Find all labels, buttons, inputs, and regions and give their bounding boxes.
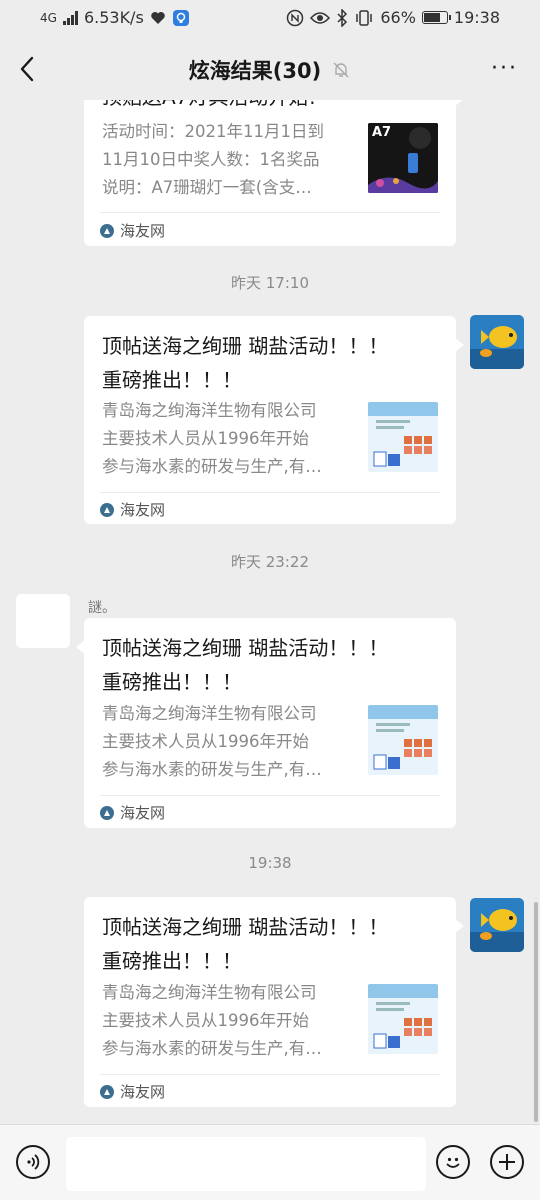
bell-off-icon xyxy=(333,62,349,78)
card-thumbnail xyxy=(368,705,438,775)
site-logo-icon xyxy=(100,223,114,238)
message-card[interactable]: 顶帖送海之绚珊 瑚盐活动！！！ 重磅推出！！！ 青岛海之绚海洋生物有限公司 主要… xyxy=(84,316,464,524)
voice-button[interactable] xyxy=(16,1145,50,1179)
more-button[interactable]: ··· xyxy=(491,56,518,81)
network-type: 4G xyxy=(40,10,57,25)
card-title: 顶帖送海之绚珊 瑚盐活动！！！ 重磅推出！！！ xyxy=(102,636,389,694)
card-divider xyxy=(100,1074,440,1075)
card-description: 活动时间：2021年11月1日到 11月10日中奖人数：1名奖品 说明：A7珊瑚… xyxy=(102,122,324,197)
card-source: 海友网 xyxy=(100,802,165,823)
card-thumbnail xyxy=(368,984,438,1054)
site-logo-icon xyxy=(100,1084,114,1099)
card-divider xyxy=(100,492,440,493)
message-card[interactable]: 顶帖送海之绚珊 瑚盐活动！！！ 重磅推出！！！ 青岛海之绚海洋生物有限公司 主要… xyxy=(84,897,464,1107)
card-title: 顶帖送海之绚珊 瑚盐活动！！！ 重磅推出！！！ xyxy=(102,915,389,973)
message-input[interactable] xyxy=(66,1137,426,1191)
message-card[interactable]: 顶贴送A7灯具活动开始! 活动时间：2021年11月1日到 11月10日中奖人数… xyxy=(84,100,464,246)
bluetooth-icon xyxy=(337,8,348,27)
card-divider xyxy=(100,212,440,213)
card-source: 海友网 xyxy=(100,220,165,241)
card-thumbnail xyxy=(368,402,438,472)
clock: 19:38 xyxy=(453,8,500,27)
card-source: 海友网 xyxy=(100,499,165,520)
message-card[interactable]: 顶帖送海之绚珊 瑚盐活动！！！ 重磅推出！！！ 青岛海之绚海洋生物有限公司 主要… xyxy=(76,618,456,828)
emoji-icon xyxy=(446,1157,460,1168)
chat-title-area: 炫海结果(30) xyxy=(0,55,540,85)
chat-header: 炫海结果(30) ··· xyxy=(0,38,540,100)
vibrate-icon xyxy=(356,9,373,26)
signal-icon xyxy=(62,10,78,25)
thumb-label: A7 xyxy=(372,125,392,140)
scrollbar[interactable] xyxy=(534,902,538,1122)
battery-icon xyxy=(421,11,451,24)
card-description: 青岛海之绚海洋生物有限公司 主要技术人员从1996年开始 参与海水素的研发与生产… xyxy=(102,704,322,779)
card-thumbnail: A7 xyxy=(368,123,438,193)
avatar[interactable] xyxy=(470,315,524,369)
avatar[interactable] xyxy=(470,898,524,952)
card-title: 顶帖送海之绚珊 瑚盐活动！！！ 重磅推出！！！ xyxy=(102,334,389,392)
timestamp: 昨天 17:10 xyxy=(231,274,309,292)
bulb-app-icon xyxy=(172,9,189,26)
eye-icon xyxy=(310,11,331,24)
nfc-icon xyxy=(287,9,304,26)
avatar[interactable] xyxy=(16,594,70,648)
plus-icon xyxy=(499,1154,515,1170)
add-button[interactable] xyxy=(490,1145,524,1179)
emoji-button[interactable] xyxy=(436,1145,470,1179)
site-logo-icon xyxy=(100,805,114,820)
status-bar: 4G 6.53K/s 66% 19:38 xyxy=(0,0,540,38)
card-source: 海友网 xyxy=(100,1081,165,1102)
voice-icon xyxy=(27,1154,40,1170)
card-description: 青岛海之绚海洋生物有限公司 主要技术人员从1996年开始 参与海水素的研发与生产… xyxy=(102,983,322,1058)
network-speed: 6.53K/s xyxy=(83,8,144,27)
timestamp: 19:38 xyxy=(248,854,292,872)
chat-messages: 顶贴送A7灯具活动开始! 活动时间：2021年11月1日到 11月10日中奖人数… xyxy=(0,100,540,1124)
site-logo-icon xyxy=(100,502,114,517)
timestamp: 昨天 23:22 xyxy=(231,553,309,571)
card-divider xyxy=(100,795,440,796)
input-bar xyxy=(0,1124,540,1200)
card-title: 顶贴送A7灯具活动开始! xyxy=(102,100,436,114)
heart-icon xyxy=(151,11,165,24)
card-description: 青岛海之绚海洋生物有限公司 主要技术人员从1996年开始 参与海水素的研发与生产… xyxy=(102,401,322,476)
battery-percent: 66% xyxy=(380,8,416,27)
sender-name: 謎。 xyxy=(88,600,116,616)
chat-title: 炫海结果(30) xyxy=(188,59,322,83)
